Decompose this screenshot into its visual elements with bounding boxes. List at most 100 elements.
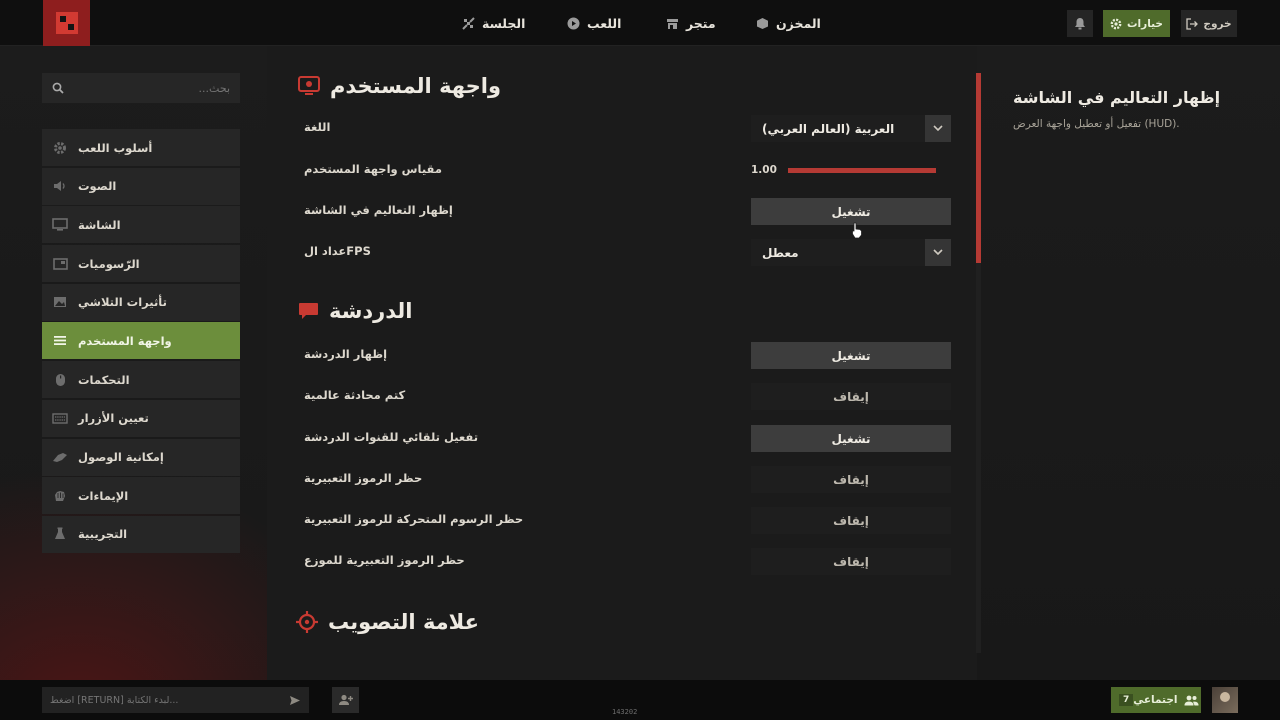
sidebar-item-experimental[interactable]: التجريبية: [42, 515, 240, 553]
setting-label: حظر الرموز التعبيرية: [304, 471, 423, 485]
sidebar-item-label: تأثيرات التلاشي: [78, 295, 167, 310]
hand-icon: [52, 489, 68, 503]
setting-label: حظر الرسوم المتحركة للرموز التعبيرية: [304, 512, 524, 526]
setting-label: حظر الرموز التعبيرية للموزع: [304, 553, 465, 567]
nav-label: الجلسة: [482, 15, 526, 31]
section-title: الدردشة: [329, 299, 413, 323]
sidebar-item-label: الشاشة: [78, 217, 121, 232]
setting-row-language: اللغة العربية (العالم العربي): [296, 110, 952, 148]
search-icon: [52, 82, 64, 94]
avatar[interactable]: [1212, 687, 1238, 713]
notifications-button[interactable]: [1067, 10, 1093, 37]
block-emotes-toggle[interactable]: إيقاف: [751, 466, 951, 493]
crosshair-icon: [296, 611, 318, 633]
setting-label: إظهار الدردشة: [304, 347, 388, 361]
sidebar-item-label: واجهة المستخدم: [78, 333, 172, 348]
game-logo[interactable]: [43, 0, 90, 46]
nav-inventory[interactable]: المخزن: [756, 0, 821, 46]
satellite-icon: [462, 16, 475, 30]
settings-scrollbar[interactable]: [976, 73, 981, 653]
flask-icon: [52, 527, 68, 541]
settings-menu: أسلوب اللعب الصوت الشاشة الرّسوميات تأثي…: [42, 129, 240, 555]
exit-button[interactable]: خروج: [1181, 10, 1237, 37]
sidebar-item-label: أسلوب اللعب: [78, 140, 153, 155]
add-user-icon: [338, 694, 353, 706]
keyboard-icon: [52, 411, 68, 425]
sidebar-item-keybinds[interactable]: تعيين الأزرار: [42, 399, 240, 437]
block-streamer-emotes-toggle[interactable]: إيقاف: [751, 548, 951, 575]
mute-global-toggle[interactable]: إيقاف: [751, 383, 951, 410]
setting-row-mute-global: كتم محادثة عالمية إيقاف: [296, 378, 952, 416]
dropdown-value: معطل: [762, 245, 799, 260]
sidebar-item-label: التجريبية: [78, 527, 128, 542]
gear-icon: [1110, 18, 1122, 30]
chevron-down-icon: [925, 239, 951, 266]
section-ui-header: واجهة المستخدم: [298, 74, 501, 98]
section-chat-header: الدردشة: [298, 299, 412, 323]
options-button[interactable]: خيارات: [1103, 10, 1170, 37]
add-friend-button[interactable]: [332, 687, 359, 713]
nav-session[interactable]: الجلسة: [462, 0, 525, 46]
fps-dropdown[interactable]: معطل: [751, 239, 951, 266]
friends-online-count: 7: [1119, 694, 1134, 706]
info-panel-title: إظهار التعاليم في الشاشة: [1013, 88, 1221, 107]
sidebar-item-gestures[interactable]: الإيماءات: [42, 477, 240, 515]
sidebar-item-label: تعيين الأزرار: [78, 411, 149, 426]
scrollbar-thumb[interactable]: [976, 73, 981, 263]
settings-search[interactable]: [42, 73, 240, 103]
monitor-icon: [298, 76, 320, 96]
sidebar-item-user-interface[interactable]: واجهة المستخدم: [42, 322, 240, 360]
slider-value: 1.00: [751, 164, 777, 176]
nav-label: اللعب: [587, 15, 622, 31]
bell-icon: [1074, 17, 1086, 30]
setting-row-auto-channels: تفعيل تلقائي للقنوات الدردشة تشغيل: [296, 420, 952, 458]
setting-label: إظهار التعاليم في الشاشة: [304, 203, 453, 217]
chat-bubble-icon: [298, 302, 319, 320]
setting-label: مقياس واجهة المستخدم: [304, 162, 442, 176]
menu-icon: [52, 334, 68, 348]
users-icon: [1184, 695, 1199, 706]
sidebar-item-gameplay[interactable]: أسلوب اللعب: [42, 129, 240, 166]
search-input[interactable]: [80, 81, 230, 95]
setting-row-block-streamer-emotes: حظر الرموز التعبيرية للموزع إيقاف: [296, 543, 952, 581]
section-title: علامة التصويب: [328, 610, 479, 634]
setting-row-ui-scale: مقياس واجهة المستخدم 1.00: [296, 152, 952, 190]
chat-box[interactable]: [42, 687, 309, 713]
gear-icon: [52, 141, 68, 155]
block-animated-emotes-toggle[interactable]: إيقاف: [751, 507, 951, 534]
auto-channels-toggle[interactable]: تشغيل: [751, 425, 951, 452]
language-dropdown[interactable]: العربية (العالم العربي): [751, 115, 951, 142]
setting-row-block-animated-emotes: حظر الرسوم المتحركة للرموز التعبيرية إيق…: [296, 502, 952, 540]
show-chat-toggle[interactable]: تشغيل: [751, 342, 951, 369]
mouse-cursor-icon: [851, 222, 863, 243]
store-icon: [666, 17, 679, 30]
info-panel-description: تفعيل أو تعطيل واجهة العرض (HUD).: [1013, 118, 1180, 130]
ui-scale-slider[interactable]: [788, 168, 936, 173]
send-icon[interactable]: [289, 695, 301, 706]
sidebar-item-controls[interactable]: التحكمات: [42, 361, 240, 399]
sidebar-item-accessibility[interactable]: إمكانية الوصول: [42, 438, 240, 476]
options-label: خيارات: [1127, 17, 1163, 30]
nav-play[interactable]: اللعب: [567, 0, 621, 46]
sidebar-item-label: الصوت: [78, 179, 117, 194]
section-crosshair-header: علامة التصويب: [296, 610, 479, 634]
social-button[interactable]: 7 اجتماعي: [1111, 687, 1201, 713]
sidebar-item-audio[interactable]: الصوت: [42, 167, 240, 205]
setting-label: تفعيل تلقائي للقنوات الدردشة: [304, 430, 479, 444]
image-icon: [52, 295, 68, 309]
tutorials-toggle[interactable]: تشغيل: [751, 198, 951, 225]
picture-icon: [52, 257, 68, 271]
sidebar-item-graphics[interactable]: الرّسوميات: [42, 245, 240, 283]
sidebar-item-fade-effects[interactable]: تأثيرات التلاشي: [42, 283, 240, 321]
chevron-down-icon: [925, 115, 951, 142]
nav-store[interactable]: متجر: [666, 0, 716, 46]
cube-icon: [756, 17, 769, 30]
section-title: واجهة المستخدم: [330, 74, 502, 98]
sidebar-item-display[interactable]: الشاشة: [42, 206, 240, 244]
sidebar-item-label: الإيماءات: [78, 488, 129, 503]
chat-input[interactable]: [50, 694, 281, 706]
play-icon: [567, 17, 580, 30]
nav-label: متجر: [686, 15, 716, 31]
setting-label: عداد الFPS: [304, 244, 371, 258]
social-label-group: اجتماعي: [1133, 694, 1198, 706]
